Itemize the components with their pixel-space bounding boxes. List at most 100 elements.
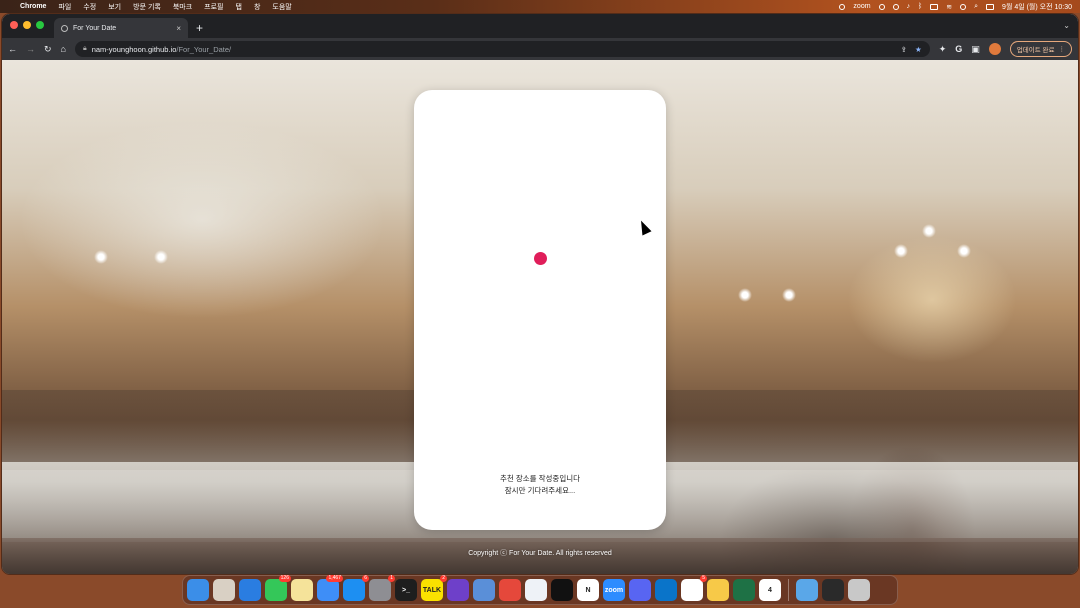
kakaotalk-label: TALK [422, 586, 442, 594]
loading-line-2: 잠시만 기다려주세요... [504, 486, 576, 495]
background-lamp [154, 250, 168, 264]
loading-message: 추천 장소를 작성중입니다 잠시만 기다려주세요... [414, 473, 666, 497]
control-center-icon[interactable] [986, 3, 995, 10]
bluetooth-icon[interactable]: ᛒ [918, 3, 922, 10]
word-like-icon[interactable] [525, 579, 547, 601]
calendar-label: 4 [768, 586, 772, 594]
reload-icon[interactable]: ↻ [44, 44, 52, 55]
blocked-app-icon[interactable] [473, 579, 495, 601]
kakaotalk-icon[interactable]: TALK 2 [421, 575, 447, 601]
notification-badge: 1,467 [326, 575, 343, 582]
wifi-icon[interactable]: ≋ [946, 3, 952, 11]
github-desktop-icon[interactable] [447, 579, 469, 601]
menu-item-window[interactable]: 창 [254, 2, 260, 12]
finder-icon[interactable] [187, 579, 209, 601]
menu-item-file[interactable]: 파일 [58, 2, 71, 12]
chevron-down-icon[interactable]: ⌄ [1063, 21, 1070, 30]
maximize-window-button[interactable] [36, 21, 44, 29]
calendar-icon[interactable]: 4 [759, 579, 781, 601]
browser-toolbar: ← → ↻ ⌂ 🔒︎ nam-younghoon.github.io/For_Y… [2, 38, 1078, 60]
status-icon[interactable] [878, 3, 885, 10]
loading-card: 추천 장소를 작성중입니다 잠시만 기다려주세요... [414, 90, 666, 530]
menu-item-profiles[interactable]: 프로필 [204, 2, 223, 12]
record-icon[interactable] [839, 3, 846, 10]
loading-spinner [534, 252, 547, 265]
menu-item-history[interactable]: 방문 기록 [133, 2, 161, 12]
excel-icon[interactable] [733, 579, 755, 601]
notification-badge: 5 [700, 575, 707, 582]
zoom-label: zoom [604, 586, 624, 594]
menu-app-name[interactable]: Chrome [20, 3, 46, 10]
terminal-icon[interactable]: >_ [395, 579, 417, 601]
zoom-status-label[interactable]: zoom [853, 3, 870, 10]
safari-icon[interactable] [239, 579, 261, 601]
menu-item-bookmarks[interactable]: 북마크 [173, 2, 192, 12]
vscode-icon[interactable] [655, 579, 677, 601]
screen-icon[interactable] [822, 579, 844, 601]
notion-label: N [585, 586, 591, 594]
lock-icon[interactable]: 🔒︎ [83, 45, 87, 53]
notification-badge: 6 [362, 575, 369, 582]
tab-for-your-date[interactable]: For Your Date × [54, 18, 188, 38]
omnibox-actions: ⇪ ★ [901, 45, 922, 54]
messages-icon[interactable]: 126 [265, 575, 291, 601]
address-bar[interactable]: 🔒︎ nam-younghoon.github.io/For_Your_Date… [74, 41, 930, 57]
system-settings-icon[interactable]: 1 [369, 575, 395, 601]
notification-badge: 2 [440, 575, 447, 582]
minimize-window-button[interactable] [23, 21, 31, 29]
user-icon[interactable] [960, 3, 967, 10]
sidepanel-icon[interactable]: ▣ [971, 44, 980, 55]
mail-icon[interactable]: 1,467 [317, 575, 343, 601]
launchpad-icon[interactable] [213, 579, 235, 601]
more-vert-icon: ⋮ [1058, 46, 1066, 53]
menu-item-help[interactable]: 도움말 [272, 2, 291, 12]
menu-item-view[interactable]: 보기 [108, 2, 121, 12]
close-tab-icon[interactable]: × [176, 24, 181, 33]
menu-item-edit[interactable]: 수정 [83, 2, 96, 12]
background-lamp [957, 244, 971, 258]
home-icon[interactable]: ⌂ [61, 44, 66, 54]
new-tab-button[interactable]: + [196, 21, 203, 35]
close-window-button[interactable] [10, 21, 18, 29]
zoom-icon[interactable]: zoom [603, 579, 625, 601]
menu-item-tab[interactable]: 탭 [236, 2, 242, 12]
yellow-app-icon[interactable] [707, 579, 729, 601]
forward-icon[interactable]: → [26, 44, 35, 54]
browser-window: For Your Date × + ⌄ ← → ↻ ⌂ 🔒︎ nam-young… [2, 14, 1078, 574]
notification-badge: 1 [388, 575, 395, 582]
loading-line-1: 추천 장소를 작성중입니다 [499, 474, 581, 483]
play-icon[interactable] [892, 3, 899, 10]
folder-icon[interactable] [796, 579, 818, 601]
update-button[interactable]: 업데이트 완료 ⋮ [1009, 41, 1072, 57]
volume-icon[interactable]: ♪ [907, 3, 911, 10]
copyright-footer: Copyright ⓒ For Your Date. All rights re… [468, 550, 612, 557]
globe-icon [61, 24, 68, 32]
search-icon[interactable]: ⌕ [974, 3, 978, 11]
background-lamp [782, 288, 796, 302]
extensions-icon[interactable]: ✦ [939, 44, 947, 55]
battery-icon[interactable] [930, 3, 939, 10]
background-lamp [94, 250, 108, 264]
trash-icon[interactable] [848, 579, 870, 601]
update-label: 업데이트 완료 [1016, 47, 1055, 54]
url-host: nam-younghoon.github.io [91, 44, 177, 54]
background-lamp [738, 288, 752, 302]
terminal-label: >_ [402, 586, 410, 594]
dock-separator [788, 579, 789, 601]
iterm-icon[interactable] [551, 579, 573, 601]
discord-icon[interactable] [629, 579, 651, 601]
chrome-icon[interactable] [499, 579, 521, 601]
menu-extras: zoom ♪ ᛒ ≋ ⌕ 9월 4일 (월) 오전 10:30 [839, 2, 1072, 12]
slack-icon[interactable]: 5 [681, 575, 707, 601]
share-icon[interactable]: ⇪ [901, 45, 907, 54]
profile-avatar[interactable] [988, 43, 1001, 55]
notification-badge: 126 [278, 575, 291, 582]
notes-icon[interactable] [291, 579, 313, 601]
menu-datetime[interactable]: 9월 4일 (월) 오전 10:30 [1002, 2, 1072, 12]
window-controls [10, 21, 44, 29]
bookmark-star-icon[interactable]: ★ [915, 45, 922, 54]
app-store-icon[interactable]: 6 [343, 575, 369, 601]
notion-icon[interactable]: N [577, 579, 599, 601]
google-icon[interactable]: G [955, 44, 962, 54]
back-icon[interactable]: ← [8, 44, 17, 54]
